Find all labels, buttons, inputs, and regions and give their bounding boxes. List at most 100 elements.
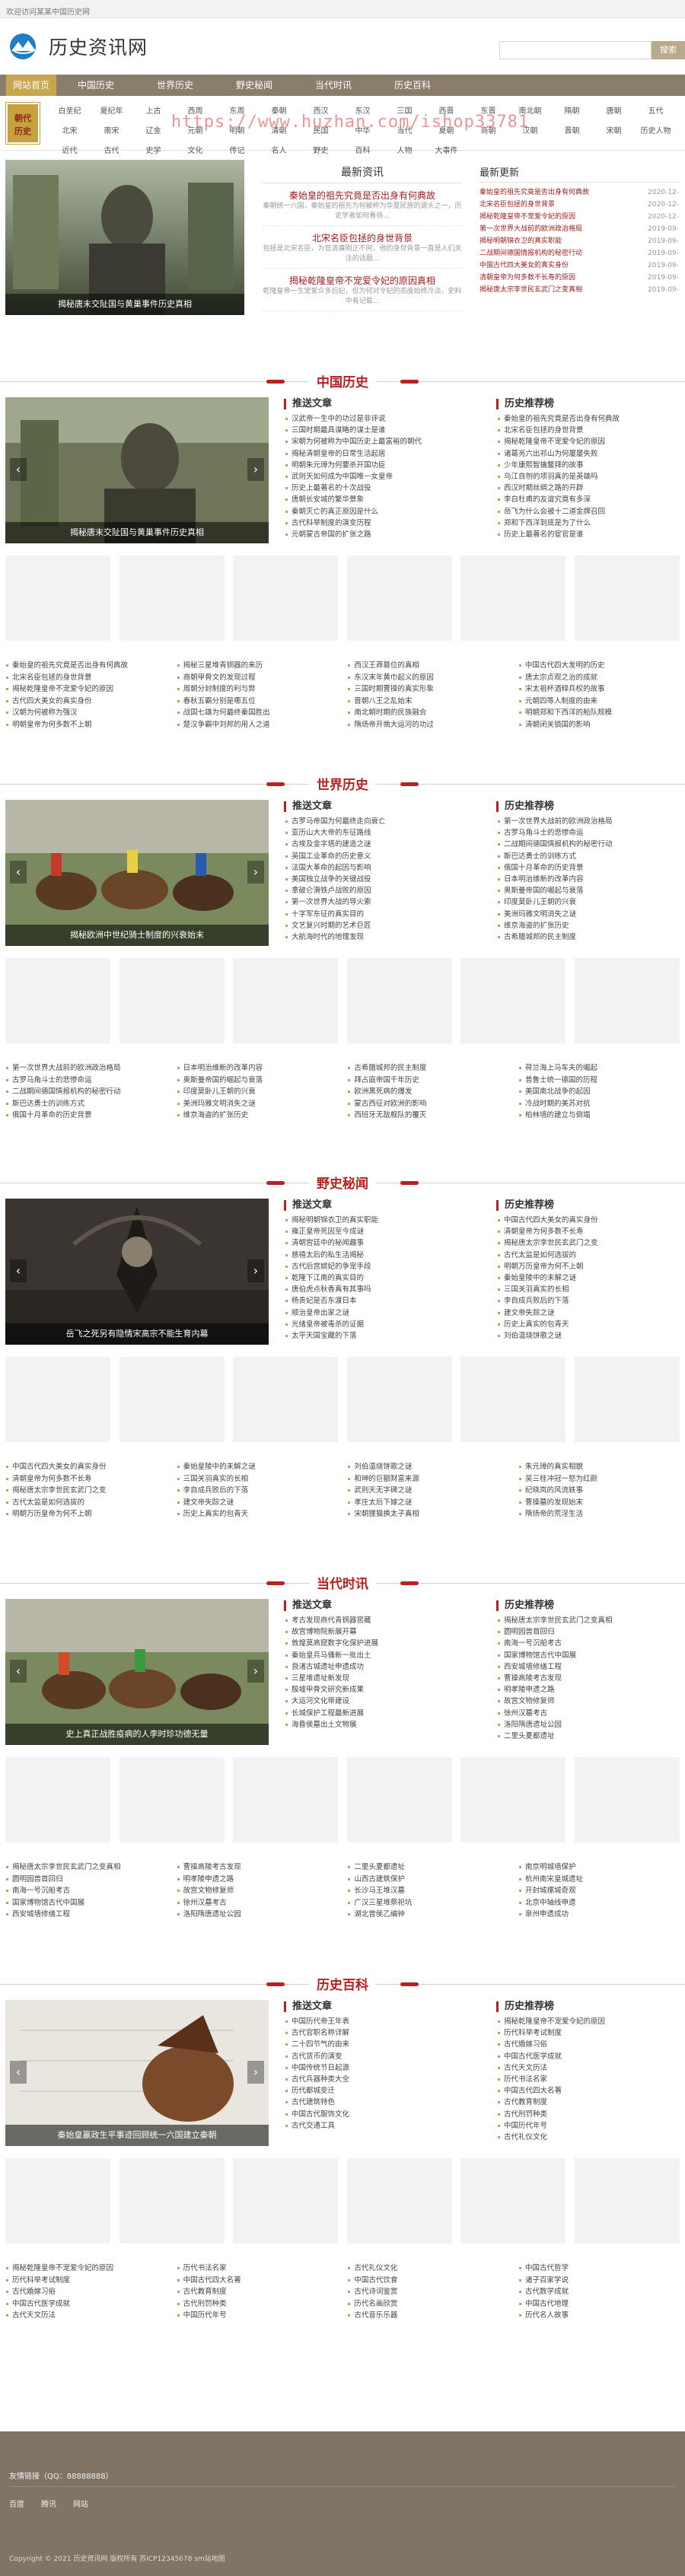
search-input[interactable] — [499, 41, 652, 59]
recommend-link[interactable]: 少年康熙智擒鳌拜的故事 — [496, 460, 680, 471]
thumbnail-placeholder[interactable] — [233, 1357, 339, 1442]
update-title[interactable]: 清朝皇帝为何多数不长寿的原因 — [480, 272, 639, 284]
column-link[interactable]: 中国古代四大名著 — [177, 2275, 338, 2287]
column-link[interactable]: 商朝甲骨文的发现过程 — [177, 672, 338, 684]
update-row[interactable]: 中国古代四大美女的真实身份 2019-09- — [480, 260, 679, 272]
column-link[interactable]: 和珅的巨额财富来源 — [347, 1473, 508, 1485]
article-link[interactable]: 中国传统节日起源 — [284, 2062, 489, 2074]
recommend-link[interactable]: 中国古代四大美女的真实身份 — [496, 1215, 680, 1226]
column-link[interactable]: 朱元璋的真实相貌 — [518, 1461, 680, 1473]
arrow-right-icon[interactable]: › — [247, 2061, 264, 2084]
column-link[interactable]: 北宋名臣包拯的身世背景 — [5, 672, 167, 684]
column-link[interactable]: 建文帝失踪之谜 — [177, 1497, 338, 1509]
thumbnail-placeholder[interactable] — [5, 958, 110, 1043]
article-link[interactable]: 古埃及金字塔的建造之谜 — [284, 839, 489, 850]
update-title[interactable]: 秦始皇的祖先究竟是否出身有何典故 — [480, 186, 639, 199]
column-link[interactable]: 揭秘乾隆皇帝不宠爱令妃的原因 — [5, 2262, 167, 2275]
dynasty-link[interactable]: 历史人物 — [635, 122, 677, 142]
column-link[interactable]: 广汉三星堆祭祀坑 — [347, 1897, 508, 1909]
recommend-link[interactable]: 揭秘乾隆皇帝不宠爱令妃的原因 — [496, 2016, 680, 2027]
column-link[interactable]: 南京明城墙保护 — [518, 1861, 680, 1874]
news-headline[interactable]: 揭秘乾隆皇帝不宠爱令妃的原因真相 — [263, 275, 462, 287]
thumbnail-placeholder[interactable] — [574, 556, 680, 641]
column-link[interactable]: 二战期间德国情报机构的秘密行动 — [5, 1086, 167, 1098]
column-link[interactable]: 武则天无字碑之谜 — [347, 1485, 508, 1497]
column-link[interactable]: 俄国十月革命的历史背景 — [5, 1110, 167, 1122]
recommend-link[interactable]: 古代教育制度 — [496, 2097, 680, 2108]
recommend-link[interactable]: 李自成兵败后的下落 — [496, 1295, 680, 1307]
update-row[interactable]: 揭秘乾隆皇帝不宠爱令妃的原因 2020-12- — [480, 211, 679, 223]
column-link[interactable]: 古代礼仪文化 — [347, 2262, 508, 2275]
column-link[interactable]: 周朝分封制度的利与弊 — [177, 683, 338, 696]
thumbnail-placeholder[interactable] — [460, 2158, 566, 2243]
column-link[interactable]: 维京海盗的扩张历史 — [177, 1110, 338, 1122]
column-link[interactable]: 古希腊城邦的民主制度 — [347, 1062, 508, 1075]
nav-item[interactable]: 中国历史 — [56, 75, 135, 96]
article-link[interactable]: 拿破仑滑铁卢战败的原因 — [284, 885, 489, 896]
recommend-link[interactable]: 明朝万历皇帝为何不上朝 — [496, 1261, 680, 1272]
article-link[interactable]: 大航海时代的地理发现 — [284, 931, 489, 943]
nav-item[interactable]: 当代时讯 — [294, 75, 373, 96]
column-link[interactable]: 明朝万历皇帝为何不上朝 — [5, 1508, 167, 1520]
column-link[interactable]: 清朝闭关锁国的影响 — [518, 719, 680, 731]
column-link[interactable]: 古代音乐乐器 — [347, 2310, 508, 2322]
article-link[interactable]: 三星堆遗址新发现 — [284, 1673, 489, 1684]
arrow-right-icon[interactable]: › — [247, 861, 264, 884]
article-link[interactable]: 慈禧太后的私生活揭秘 — [284, 1250, 489, 1261]
recommend-link[interactable]: 日本明治维新的改革内容 — [496, 874, 680, 885]
column-link[interactable]: 美国南北战争的起因 — [518, 1086, 680, 1098]
column-link[interactable]: 泉州申遗成功 — [518, 1909, 680, 1921]
arrow-left-icon[interactable]: ‹ — [10, 861, 27, 884]
article-link[interactable]: 中国古代服饰文化 — [284, 2109, 489, 2120]
column-link[interactable]: 历代名画欣赏 — [347, 2298, 508, 2310]
news-headline[interactable]: 秦始皇的祖先究竟是否出身有何典故 — [263, 189, 462, 202]
thumbnail-placeholder[interactable] — [5, 1357, 110, 1442]
friend-link[interactable]: 腾讯 — [41, 2498, 56, 2509]
column-link[interactable]: 明朝郑和下西洋的船队规模 — [518, 707, 680, 719]
article-link[interactable]: 古代后宫嫔妃的争宠手段 — [284, 1261, 489, 1272]
recommend-link[interactable]: 西汉时期丝绸之路的开辟 — [496, 482, 680, 494]
thumbnail-placeholder[interactable] — [346, 958, 452, 1043]
recommend-link[interactable]: 西安城墙修缮工程 — [496, 1661, 680, 1673]
thumbnail-placeholder[interactable] — [574, 1757, 680, 1842]
column-link[interactable]: 古代数学成就 — [518, 2286, 680, 2298]
article-link[interactable]: 殷墟甲骨文研究新成果 — [284, 1684, 489, 1696]
article-link[interactable]: 清朝宫廷中的秘闻趣事 — [284, 1237, 489, 1249]
column-link[interactable]: 明朝皇帝为何多数不上朝 — [5, 719, 167, 731]
article-link[interactable]: 海昏侯墓出土文物展 — [284, 1719, 489, 1731]
thumbnail-placeholder[interactable] — [574, 1357, 680, 1442]
column-link[interactable]: 冷战时期的美苏对抗 — [518, 1098, 680, 1110]
friend-link[interactable]: 百度 — [9, 2498, 24, 2509]
thumbnail-placeholder[interactable] — [574, 2158, 680, 2243]
arrow-right-icon[interactable]: › — [247, 458, 264, 481]
recommend-link[interactable]: 岳飞为什么会被十二道金牌召回 — [496, 506, 680, 517]
recommend-link[interactable]: 中国古代医学成就 — [496, 2051, 680, 2062]
column-link[interactable]: 孝庄太后下嫁之谜 — [347, 1497, 508, 1509]
column-link[interactable]: 南海一号沉船考古 — [5, 1885, 167, 1897]
recommend-link[interactable]: 古代婚嫁习俗 — [496, 2039, 680, 2050]
thumbnail-placeholder[interactable] — [574, 958, 680, 1043]
nav-item[interactable]: 野史秘闻 — [215, 75, 294, 96]
recommend-link[interactable]: 维京海盗的扩张历史 — [496, 920, 680, 931]
column-link[interactable]: 普鲁士统一德国的历程 — [518, 1075, 680, 1087]
article-link[interactable]: 太平天国宝藏的下落 — [284, 1330, 489, 1342]
column-link[interactable]: 历史上真实的包青天 — [177, 1508, 338, 1520]
article-link[interactable]: 古代建筑特色 — [284, 2097, 489, 2108]
column-link[interactable]: 蒙古西征对欧洲的影响 — [347, 1098, 508, 1110]
recommend-link[interactable]: 斯巴达勇士的训练方式 — [496, 851, 680, 862]
dynasty-link[interactable]: 宋朝 — [593, 122, 635, 142]
column-link[interactable]: 隋炀帝开凿大运河的功过 — [347, 719, 508, 731]
arrow-left-icon[interactable]: ‹ — [10, 2061, 27, 2084]
article-link[interactable]: 唐朝长安城的繁华景象 — [284, 494, 489, 505]
column-link[interactable]: 古代四大美女的真实身份 — [5, 696, 167, 708]
dynasty-link[interactable]: 夏纪年 — [91, 102, 132, 122]
column-link[interactable]: 圆明园兽首回归 — [5, 1874, 167, 1886]
column-link[interactable]: 三国关羽真实的长相 — [177, 1473, 338, 1485]
recommend-link[interactable]: 古罗马角斗士的悲惨命运 — [496, 827, 680, 839]
thumbnail-placeholder[interactable] — [119, 2158, 225, 2243]
recommend-link[interactable]: 印度莫卧儿王朝的兴衰 — [496, 896, 680, 908]
update-title[interactable]: 揭秘乾隆皇帝不宠爱令妃的原因 — [480, 211, 639, 223]
recommend-link[interactable]: 揭秘乾隆皇帝不宠爱令妃的原因 — [496, 436, 680, 447]
column-link[interactable]: 宋太祖杯酒释兵权的故事 — [518, 683, 680, 696]
article-link[interactable]: 汉武帝一生中的功过是非评说 — [284, 413, 489, 425]
